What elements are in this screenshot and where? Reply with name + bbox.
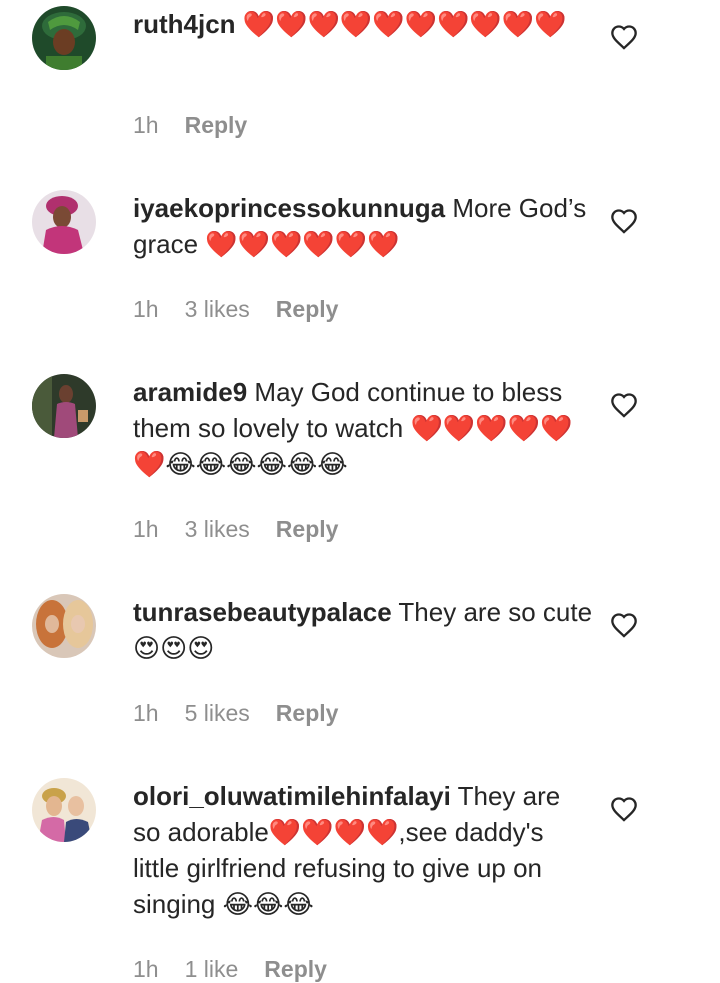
comment-time: 1h [133, 956, 159, 982]
comment-text: aramide9 May God continue to bless them … [133, 374, 593, 482]
reply-button[interactable]: Reply [185, 112, 248, 138]
heart-outline-icon[interactable] [610, 208, 638, 234]
comment-meta: 1h 3 likes Reply [133, 296, 364, 323]
comment-meta: 1h 1 like Reply [133, 956, 353, 983]
comment-likes[interactable]: 3 likes [185, 516, 250, 542]
comment-time: 1h [133, 516, 159, 542]
comment-body: ❤️❤️❤️❤️❤️❤️❤️❤️❤️❤️ [235, 9, 567, 39]
comment-likes[interactable]: 1 like [185, 956, 239, 982]
comment-meta: 1h 5 likes Reply [133, 700, 364, 727]
reply-button[interactable]: Reply [264, 956, 327, 982]
comment-text: ruth4jcn ❤️❤️❤️❤️❤️❤️❤️❤️❤️❤️ [133, 6, 593, 42]
comment-username[interactable]: iyaekoprincessokunnuga [133, 193, 445, 223]
avatar[interactable] [32, 374, 96, 438]
comment-meta: 1h Reply [133, 112, 273, 139]
reply-button[interactable]: Reply [276, 516, 339, 542]
comment-text: olori_oluwatimilehinfalayi They are so a… [133, 778, 593, 922]
heart-outline-icon[interactable] [610, 24, 638, 50]
comment-username[interactable]: olori_oluwatimilehinfalayi [133, 781, 451, 811]
avatar[interactable] [32, 6, 96, 70]
avatar[interactable] [32, 594, 96, 658]
reply-button[interactable]: Reply [276, 296, 339, 322]
comment-time: 1h [133, 112, 159, 138]
comment-likes[interactable]: 3 likes [185, 296, 250, 322]
comment-text: iyaekoprincessokunnuga More God’s grace … [133, 190, 593, 262]
comment-time: 1h [133, 700, 159, 726]
heart-outline-icon[interactable] [610, 796, 638, 822]
comment-username[interactable]: aramide9 [133, 377, 247, 407]
heart-outline-icon[interactable] [610, 392, 638, 418]
heart-outline-icon[interactable] [610, 612, 638, 638]
avatar[interactable] [32, 190, 96, 254]
comment-text: tunrasebeautypalace They are so cute😍😍😍 [133, 594, 593, 666]
avatar[interactable] [32, 778, 96, 842]
comment-time: 1h [133, 296, 159, 322]
comment-likes[interactable]: 5 likes [185, 700, 250, 726]
comment-username[interactable]: tunrasebeautypalace [133, 597, 392, 627]
reply-button[interactable]: Reply [276, 700, 339, 726]
comment-meta: 1h 3 likes Reply [133, 516, 364, 543]
comment-username[interactable]: ruth4jcn [133, 9, 236, 39]
